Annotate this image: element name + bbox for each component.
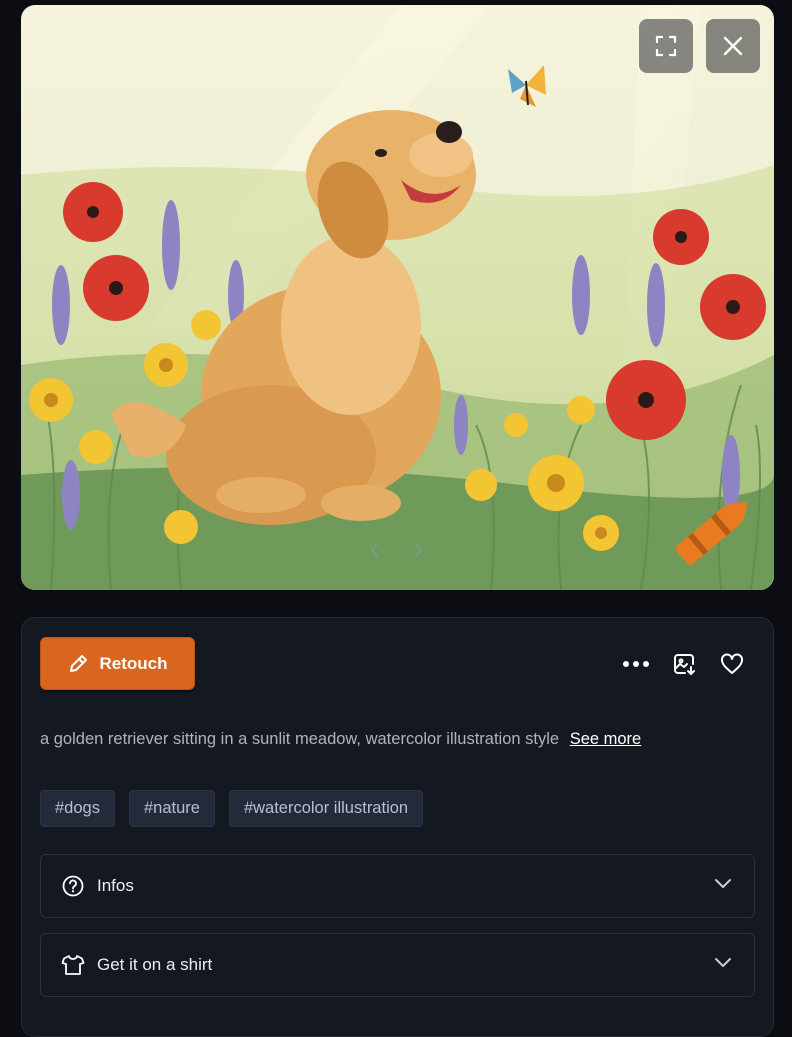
prompt-description: a golden retriever sitting in a sunlit m… (40, 730, 560, 748)
tag-watercolor-illustration[interactable]: #watercolor illustration (228, 790, 424, 827)
tag-nature[interactable]: #nature (128, 790, 215, 827)
tag-list: #dogs #nature #watercolor illustration (40, 790, 424, 827)
save-image-button[interactable] (660, 648, 708, 680)
retouch-button[interactable]: Retouch (40, 637, 195, 690)
close-icon (723, 36, 743, 56)
retouch-label: Retouch (99, 653, 168, 673)
shirt-accordion[interactable]: Get it on a shirt (40, 933, 755, 997)
close-button[interactable] (706, 19, 760, 73)
favorite-button[interactable] (708, 648, 756, 680)
save-image-icon (674, 654, 695, 675)
more-options-button[interactable] (612, 648, 660, 680)
see-more-link[interactable]: See more (570, 730, 642, 748)
expand-icon (655, 35, 677, 57)
more-icon (623, 661, 649, 667)
chevron-down-icon (715, 879, 731, 888)
generated-image[interactable] (21, 5, 774, 590)
prompt-text: a golden retriever sitting in a sunlit m… (40, 730, 760, 749)
fullscreen-button[interactable] (639, 19, 693, 73)
infos-accordion[interactable]: Infos (40, 854, 755, 918)
infos-label: Infos (97, 876, 134, 895)
shirt-icon (61, 953, 85, 977)
question-circle-icon (61, 874, 85, 898)
image-actions (612, 648, 756, 680)
image-details-panel: Retouch a golden retriever sitting in a … (21, 617, 774, 1037)
dog-meadow-illustration (21, 5, 774, 590)
shirt-label: Get it on a shirt (97, 955, 213, 974)
chevron-down-icon (715, 958, 731, 967)
tag-dogs[interactable]: #dogs (40, 790, 115, 827)
heart-icon (721, 653, 743, 674)
pencil-icon (69, 654, 87, 672)
